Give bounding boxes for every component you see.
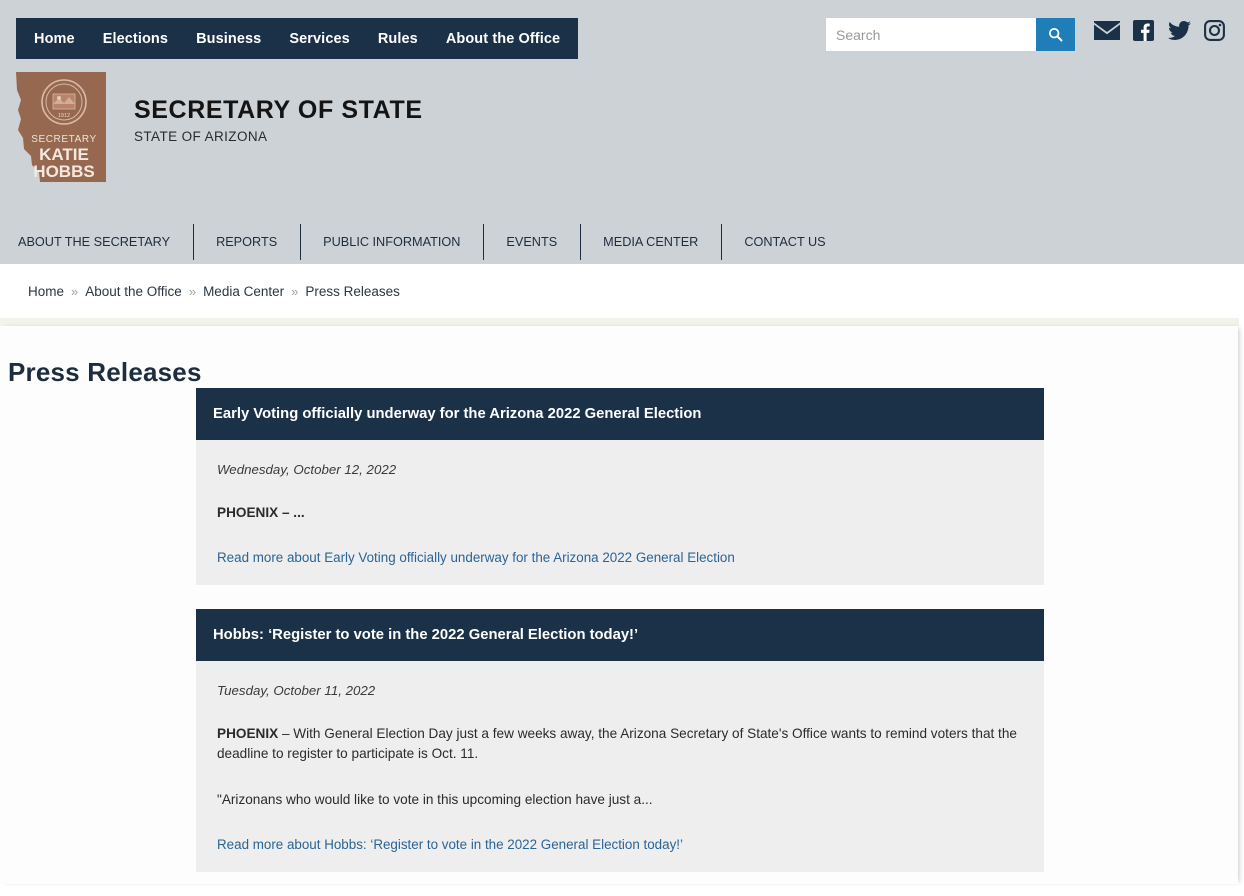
svg-text:SECRETARY: SECRETARY [31, 134, 97, 145]
press-release-header[interactable]: Hobbs: ‘Register to vote in the 2022 Gen… [196, 609, 1044, 662]
sub-nav-divider [698, 224, 744, 260]
sub-nav-item-media-center[interactable]: MEDIA CENTER [603, 235, 698, 249]
search-button[interactable] [1036, 18, 1075, 51]
svg-text:HOBBS: HOBBS [33, 162, 94, 181]
breadcrumb: Home » About the Office » Media Center » Press… [0, 264, 1239, 318]
twitter-icon [1168, 21, 1191, 40]
divider-line [192, 224, 194, 260]
read-more-link[interactable]: Read more about Early Voting officially … [217, 550, 735, 565]
social-links [1094, 20, 1225, 41]
breadcrumb-item-press-releases: Press Releases [305, 283, 400, 299]
arizona-outline-icon: 1912 SECRETARY KATIE HOBBS [16, 72, 106, 182]
press-release-title: Early Voting officially underway for the… [213, 406, 702, 422]
press-release-excerpt: PHOENIX – With General Election Day just… [217, 726, 1017, 762]
sub-nav-divider [170, 224, 216, 260]
breadcrumb-item-about-the-office[interactable]: About the Office [85, 284, 182, 299]
press-release-date: Wednesday, October 12, 2022 [217, 462, 397, 477]
sub-nav-item-public-information[interactable]: PUBLIC INFORMATION [323, 235, 460, 249]
facebook-icon [1133, 20, 1154, 41]
brand-text: SECRETARY OF STATE STATE OF ARIZONA [134, 96, 423, 145]
main-nav-item-business[interactable]: Business [196, 31, 261, 47]
divider-line [579, 224, 581, 260]
main-nav-item-about-the-office[interactable]: About the Office [446, 31, 560, 47]
sub-nav-item-reports[interactable]: REPORTS [216, 235, 277, 249]
brand-subtitle: STATE OF ARIZONA [134, 129, 268, 144]
site-logo[interactable]: 1912 SECRETARY KATIE HOBBS SECRETARY OF … [16, 72, 423, 182]
main-nav-item-services[interactable]: Services [289, 31, 349, 47]
main-nav-item-rules[interactable]: Rules [378, 31, 418, 47]
breadcrumb-separator: » [188, 283, 197, 299]
press-release-dateline: PHOENIX – ... [217, 505, 305, 520]
main-nav-item-home[interactable]: Home [34, 31, 75, 47]
sub-nav-item-contact-us[interactable]: CONTACT US [744, 235, 825, 249]
email-link[interactable] [1094, 20, 1120, 41]
breadcrumb-separator: » [71, 283, 79, 299]
page-title: Press Releases [8, 357, 202, 388]
divider-line [720, 224, 722, 260]
twitter-link[interactable] [1167, 20, 1191, 41]
svg-text:1912: 1912 [58, 113, 70, 119]
press-release-dateline: PHOENIX [217, 726, 279, 742]
sub-nav-item-events[interactable]: EVENTS [506, 235, 557, 249]
read-more-link[interactable]: Read more about Hobbs: ‘Register to vote… [217, 837, 683, 852]
press-release-date: Tuesday, October 11, 2022 [217, 683, 376, 699]
press-release-header[interactable]: Early Voting officially underway for the… [196, 388, 1044, 440]
search-form [826, 18, 1075, 51]
instagram-icon [1204, 20, 1225, 41]
brand-title: SECRETARY OF STATE [134, 96, 423, 124]
breadcrumb-item-home[interactable]: Home [28, 284, 64, 299]
arizona-seal-logo: 1912 SECRETARY KATIE HOBBS [16, 72, 106, 182]
secondary-navigation: ABOUT THE SECRETARY REPORTS PUBLIC INFORMA… [18, 222, 826, 262]
divider-line [299, 224, 301, 260]
main-content-panel: Press Releases Early Voting officially u… [0, 326, 1238, 884]
divider-line [482, 224, 484, 260]
main-navigation: Home Elections Business Services Rules About … [16, 18, 578, 59]
breadcrumb-separator: » [291, 283, 299, 299]
sub-nav-item-about-the-secretary[interactable]: ABOUT THE SECRETARY [18, 235, 170, 249]
press-release-body: Wednesday, October 12, 2022 PHOENIX – ...… [196, 440, 1044, 586]
sub-nav-divider [277, 224, 323, 260]
press-release-body: Tuesday, October 11, 2022 PHOENIX – With … [196, 661, 1044, 873]
site-header: Home Elections Business Services Rules About … [0, 0, 1244, 264]
facebook-link[interactable] [1133, 20, 1154, 41]
press-release-card: Early Voting officially underway for the… [196, 388, 1044, 586]
press-release-card: Hobbs: ‘Register to vote in the 2022 Gen… [196, 609, 1044, 873]
search-icon [1048, 27, 1063, 42]
press-release-title: Hobbs: ‘Register to vote in the 2022 Gen… [213, 627, 639, 644]
sub-nav-divider [557, 224, 603, 260]
main-nav-item-elections[interactable]: Elections [103, 31, 168, 47]
instagram-link[interactable] [1204, 20, 1225, 41]
sub-nav-divider [460, 224, 506, 260]
accent-strip [0, 318, 1239, 326]
press-release-quote: "Arizonans who would like to vote in thi… [217, 792, 653, 808]
press-release-excerpt: PHOENIX – ... [217, 503, 1023, 523]
breadcrumb-item-media-center[interactable]: Media Center [203, 284, 284, 299]
search-input[interactable] [826, 18, 1036, 51]
email-icon [1094, 20, 1120, 40]
press-release-list: Early Voting officially underway for the… [196, 388, 1044, 896]
